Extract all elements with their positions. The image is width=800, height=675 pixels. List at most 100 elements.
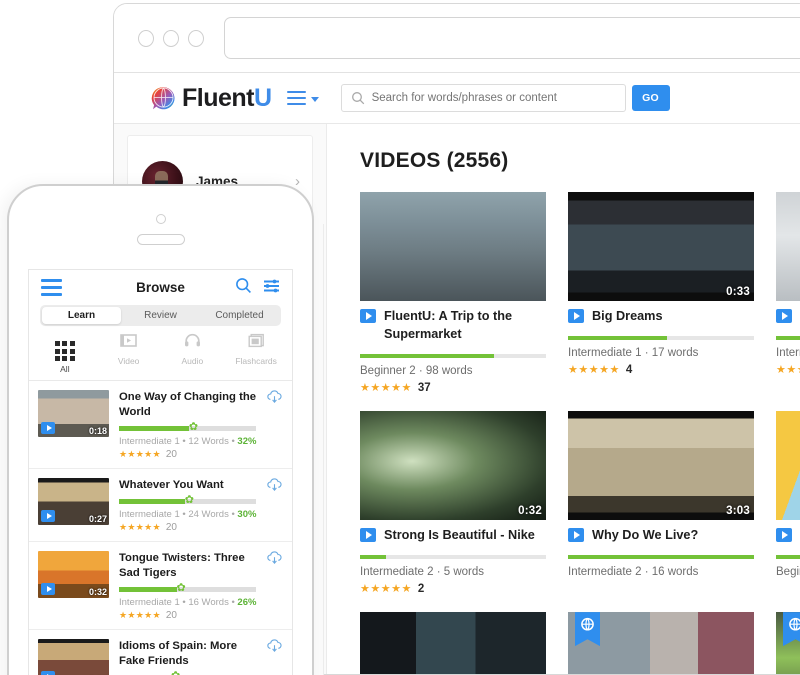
sprout-icon: ✿ [171, 671, 180, 675]
phone-speaker [137, 234, 185, 245]
video-title-row[interactable]: FluentU: A Trip to the Supermarket [360, 307, 546, 343]
phone-segment-completed[interactable]: Completed [200, 307, 279, 324]
video-meta: Intermediate 2 · 16 words [568, 566, 754, 578]
lesson-meta: Intermediate 1 • 24 Words • 30% [119, 509, 283, 520]
rating-count: 2 [418, 583, 424, 595]
phone-segmented-control: LearnReviewCompleted [40, 305, 281, 326]
rating-count: 37 [418, 382, 431, 394]
cloud-download-icon[interactable] [266, 478, 283, 497]
video-thumbnail[interactable] [776, 612, 800, 675]
hamburger-menu-icon[interactable] [41, 279, 62, 296]
video-card[interactable]: WBegin [776, 411, 800, 595]
progress-bar: ✿ [119, 587, 256, 592]
filter-sliders-icon[interactable] [263, 278, 280, 298]
video-card[interactable] [776, 612, 800, 675]
star-icons: ★★★ [776, 363, 800, 376]
video-rating: ★★★★★2 [360, 582, 546, 595]
progress-bar-fill [776, 336, 800, 340]
phone-segment-review[interactable]: Review [121, 307, 200, 324]
browser-chrome-bar [114, 4, 800, 73]
cloud-download-icon[interactable] [266, 390, 283, 409]
star-icons: ★★★★★ [119, 522, 161, 533]
phone-tab-flashcards[interactable]: Flashcards [224, 333, 288, 374]
video-card[interactable]: 0:14 [360, 612, 546, 675]
video-card[interactable]: 3:01 [568, 612, 754, 675]
video-thumbnail[interactable]: 3:01 [568, 612, 754, 675]
headphones-icon [184, 335, 201, 352]
search-go-button[interactable]: GO [632, 85, 670, 111]
rating-count: 4 [626, 364, 632, 376]
lesson-meta-text: Intermediate 1 • 16 Words • [119, 597, 237, 608]
browser-dot-maximize[interactable] [188, 30, 204, 47]
progress-bar [568, 336, 754, 340]
video-title-row[interactable]: W [776, 526, 800, 544]
lesson-body: Whatever You Want✿Intermediate 1 • 24 Wo… [119, 478, 283, 533]
lesson-percent: 32% [237, 436, 256, 447]
browser-dot-minimize[interactable] [163, 30, 179, 47]
page-title: VIDEOS (2556) [360, 149, 800, 173]
video-card[interactable]: 3Interm★★★ [776, 192, 800, 394]
video-card[interactable]: 0:32Strong Is Beautiful - NikeIntermedia… [360, 411, 546, 595]
phone-topbar: Browse [29, 270, 292, 305]
globe-badge-icon [783, 612, 800, 646]
rating-count: 20 [166, 610, 177, 621]
video-rating: ★★★ [776, 363, 800, 376]
cloud-download-icon[interactable] [266, 639, 283, 658]
video-title-row[interactable]: Big Dreams [568, 307, 754, 325]
phone-segment-learn[interactable]: Learn [42, 307, 121, 324]
search-box[interactable] [341, 84, 626, 112]
video-title-row[interactable]: Strong Is Beautiful - Nike [360, 526, 546, 544]
play-icon [360, 528, 376, 542]
phone-tab-audio[interactable]: Audio [161, 333, 225, 374]
lesson-meta: Intermediate 1 • 12 Words • 32% [119, 436, 283, 447]
video-title-row[interactable]: Why Do We Live? [568, 526, 754, 544]
progress-bar-fill [360, 354, 494, 358]
list-item[interactable]: 0:32Tongue Twisters: Three Sad Tigers✿In… [29, 542, 292, 630]
video-thumbnail[interactable] [360, 192, 546, 301]
video-title: Big Dreams [592, 307, 663, 325]
video-thumbnail[interactable] [776, 411, 800, 520]
rating-count: 20 [166, 449, 177, 460]
video-thumbnail[interactable]: 3:03 [568, 411, 754, 520]
play-icon [776, 309, 792, 323]
video-title: Why Do We Live? [592, 526, 698, 544]
search-icon [351, 91, 365, 105]
list-item[interactable]: 0:27 Whatever You Want✿Intermediate 1 • 2… [29, 469, 292, 542]
video-card[interactable]: 3:03 Why Do We Live? Intermediate 2 · 16 w… [568, 411, 754, 595]
search-icon[interactable] [235, 277, 252, 299]
list-item[interactable]: 0:18One Way of Changing the World✿Interm… [29, 381, 292, 469]
list-item[interactable]: 0:18Idioms of Spain: More Fake Friends✿I… [29, 630, 292, 675]
browser-dot-close[interactable] [138, 30, 154, 47]
hamburger-menu-icon[interactable] [287, 91, 319, 106]
lesson-title: Idioms of Spain: More Fake Friends [119, 639, 283, 669]
video-card[interactable]: 0:33Big DreamsIntermediate 1 · 17 words★… [568, 192, 754, 394]
search-input[interactable] [372, 92, 625, 104]
phone-tab-label: All [33, 364, 97, 374]
video-thumbnail[interactable]: 0:14 [360, 612, 546, 675]
videos-content: VIDEOS (2556) FluentU: A Trip to the Sup… [327, 124, 800, 675]
video-card[interactable]: FluentU: A Trip to the SupermarketBeginn… [360, 192, 546, 394]
phone-tab-label: Audio [161, 356, 225, 366]
video-thumbnail[interactable]: 0:32 [360, 411, 546, 520]
phone-tab-all[interactable]: All [33, 333, 97, 374]
lesson-body: One Way of Changing the World✿Intermedia… [119, 390, 283, 460]
browser-url-bar[interactable] [224, 17, 800, 59]
lesson-rating: ★★★★★20 [119, 522, 283, 533]
lesson-meta: Intermediate 1 • 16 Words • 26% [119, 597, 283, 608]
fluentu-logo[interactable]: FluentU [151, 86, 272, 111]
lesson-thumbnail[interactable]: 0:27 [38, 478, 109, 525]
phone-tab-video[interactable]: Video [97, 333, 161, 374]
progress-bar: ✿ [119, 426, 256, 431]
video-title-row[interactable]: 3 [776, 307, 800, 325]
lesson-thumbnail[interactable]: 0:18 [38, 639, 109, 675]
lesson-thumbnail[interactable]: 0:32 [38, 551, 109, 598]
video-thumbnail[interactable]: 0:33 [568, 192, 754, 301]
lesson-thumbnail[interactable]: 0:18 [38, 390, 109, 437]
lesson-duration: 0:27 [89, 514, 107, 524]
video-thumbnail[interactable] [776, 192, 800, 301]
video-meta: Intermediate 1 · 17 words [568, 347, 754, 359]
hamburger-bars [287, 91, 306, 106]
cloud-download-icon[interactable] [266, 551, 283, 570]
lesson-title: Whatever You Want [119, 478, 283, 493]
chevron-right-icon[interactable]: › [295, 173, 300, 190]
